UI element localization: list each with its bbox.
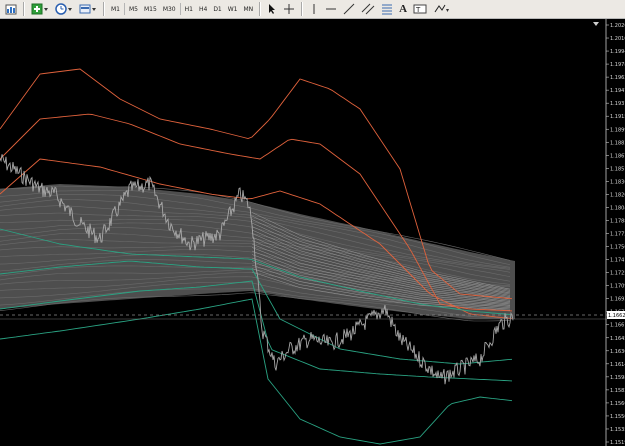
chart-shift-marker (593, 22, 599, 26)
timeframe-m5[interactable]: M5 (126, 3, 141, 16)
chart-canvas[interactable]: 1.202621.201031.199451.197871.196281.194… (0, 19, 625, 446)
timeframe-m15[interactable]: M15 (141, 3, 160, 16)
templates-icon[interactable] (77, 2, 99, 17)
trendline-icon[interactable] (341, 2, 357, 17)
toolbar-separator (301, 2, 304, 16)
toolbar-separator (23, 2, 25, 16)
lower-band-4 (0, 298, 513, 445)
periodicity-icon[interactable] (53, 2, 75, 17)
vertical-line-icon[interactable] (307, 2, 321, 17)
channel-icon[interactable] (359, 2, 377, 17)
timeframe-w1[interactable]: W1 (225, 3, 241, 16)
timeframe-d1[interactable]: D1 (210, 3, 224, 16)
timeframe-m1[interactable]: M1 (108, 3, 123, 16)
toolbar-separator (103, 2, 105, 16)
timeframe-m30[interactable]: M30 (160, 3, 179, 16)
timeframe-separator (179, 3, 181, 15)
cursor-icon[interactable] (265, 2, 279, 17)
new-chart-icon[interactable] (3, 2, 19, 17)
timeframe-mn[interactable]: MN (241, 3, 257, 16)
arrows-tool-icon[interactable] (431, 2, 451, 17)
zoom-icon[interactable] (29, 2, 51, 17)
fibonacci-icon[interactable] (379, 2, 395, 17)
timeframe-h4[interactable]: H4 (196, 3, 210, 16)
crosshair-icon[interactable] (281, 2, 297, 17)
chart-toolbar: M1 M5 M15 M30 H1 H4 D1 W1 MN A T (0, 0, 625, 19)
price-chart[interactable]: 1.202621.201031.199451.197871.196281.194… (0, 19, 625, 446)
text-label-icon[interactable]: T (411, 2, 429, 17)
price-axis[interactable] (607, 19, 625, 446)
text-tool-icon[interactable]: A (397, 2, 409, 17)
svg-text:T: T (415, 6, 421, 14)
timeframe-separator (124, 3, 125, 15)
toolbar-separator (259, 2, 262, 16)
timeframe-h1[interactable]: H1 (182, 3, 196, 16)
horizontal-line-icon[interactable] (323, 2, 339, 17)
